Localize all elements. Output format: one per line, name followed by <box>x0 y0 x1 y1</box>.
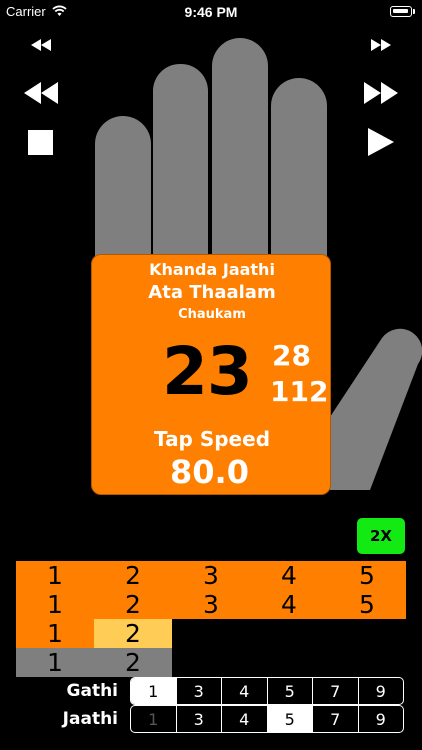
count-cell: 4 <box>281 561 297 590</box>
sub-count-bottom: 112 <box>270 375 329 408</box>
count-row-1: 1 2 3 4 5 <box>16 561 406 590</box>
count-cell: 1 <box>47 590 63 619</box>
count-cell: 3 <box>203 561 219 590</box>
count-cell: 5 <box>359 590 375 619</box>
thaalam-name: Ata Thaalam <box>148 282 276 303</box>
finger-pinky <box>95 116 151 261</box>
jaathi-option[interactable]: 9 <box>359 706 404 732</box>
gathi-option[interactable]: 5 <box>268 678 313 704</box>
finger-ring <box>153 64 208 261</box>
jaathi-option[interactable]: 7 <box>313 706 359 732</box>
nadai-name: Chaukam <box>178 307 246 322</box>
gathi-option[interactable]: 1 <box>131 678 177 704</box>
play-icon[interactable] <box>368 128 396 156</box>
current-beat: 23 <box>162 333 253 410</box>
count-row-2: 1 2 3 4 5 <box>16 590 406 619</box>
count-cell-active: 2 <box>94 619 172 648</box>
gathi-label: Gathi <box>66 681 118 701</box>
jaathi-label: Jaathi <box>62 709 118 729</box>
status-bar: Carrier 9:46 PM <box>0 0 422 24</box>
count-cell: 2 <box>125 561 141 590</box>
jaathi-option[interactable]: 4 <box>222 706 268 732</box>
gathi-option[interactable]: 3 <box>177 678 222 704</box>
count-cell: 1 <box>16 648 94 677</box>
clock: 9:46 PM <box>184 4 238 20</box>
count-cell: 5 <box>359 561 375 590</box>
count-cell: 4 <box>281 590 297 619</box>
gathi-selector: 1 3 4 5 7 9 <box>130 677 404 705</box>
palm-panel: Khanda Jaathi Ata Thaalam Chaukam 23 28 … <box>91 254 331 495</box>
count-cell: 3 <box>203 590 219 619</box>
stop-button[interactable] <box>28 130 53 155</box>
tap-speed-label: Tap Speed <box>154 427 271 451</box>
gathi-option[interactable]: 4 <box>222 678 268 704</box>
jaathi-name: Khanda Jaathi <box>149 260 275 279</box>
finger-middle <box>212 38 268 261</box>
count-row-4: 1 2 <box>16 648 406 677</box>
jaathi-option-disabled: 1 <box>131 706 177 732</box>
battery-tip <box>413 9 415 14</box>
sub-count-top: 28 <box>272 339 311 372</box>
tap-speed-value[interactable]: 80.0 <box>170 453 249 491</box>
jaathi-option[interactable]: 5 <box>267 706 313 732</box>
jaathi-option[interactable]: 3 <box>177 706 222 732</box>
count-cell: 2 <box>94 648 172 677</box>
fast-forward-icon[interactable] <box>364 82 398 104</box>
rewind-icon[interactable] <box>24 82 58 104</box>
thumb <box>328 328 422 490</box>
finger-index <box>271 78 327 261</box>
gathi-option[interactable]: 7 <box>313 678 359 704</box>
small-rewind-icon[interactable] <box>31 39 51 51</box>
double-speed-button[interactable]: 2X <box>357 518 405 554</box>
battery-icon <box>390 6 412 17</box>
count-cell: 1 <box>16 619 94 648</box>
small-fast-forward-icon[interactable] <box>371 39 391 51</box>
jaathi-selector: 1 3 4 5 7 9 <box>130 705 404 733</box>
count-cell: 1 <box>47 561 63 590</box>
count-row-3: 1 2 <box>16 619 406 648</box>
count-cell: 2 <box>125 590 141 619</box>
gathi-option[interactable]: 9 <box>359 678 404 704</box>
